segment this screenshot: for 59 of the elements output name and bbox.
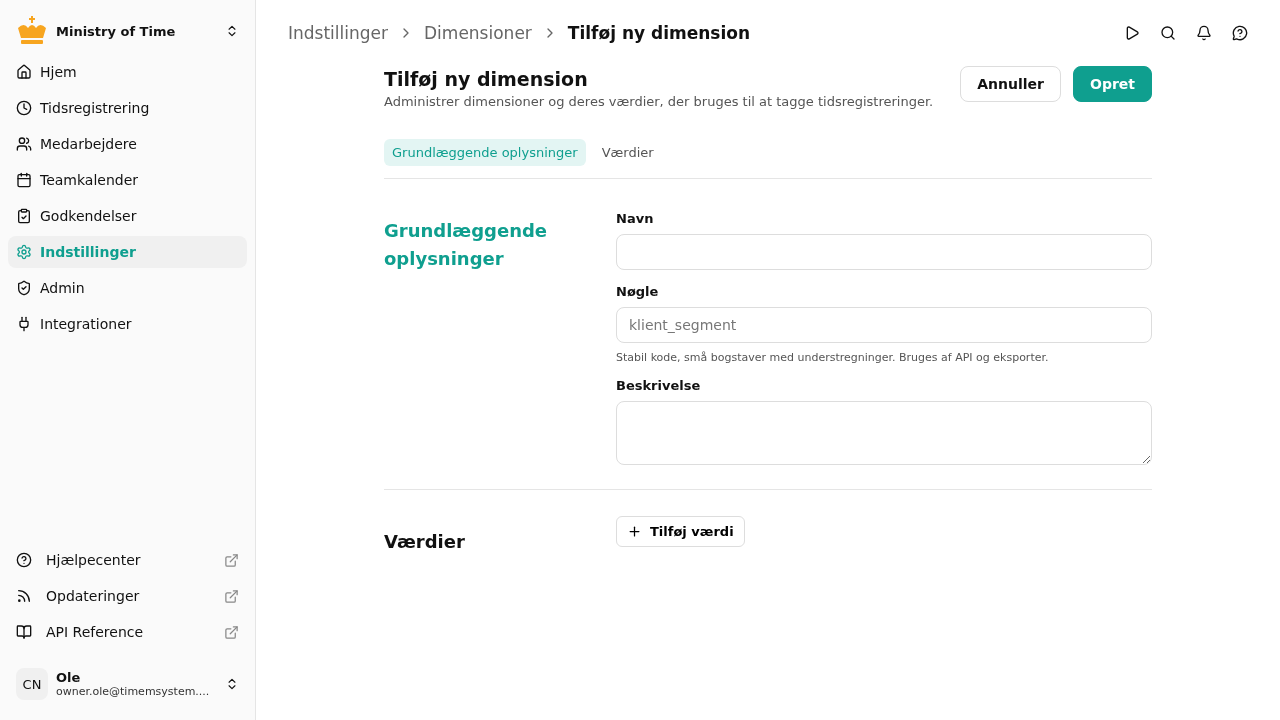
input-field[interactable]: klient_segment: [616, 307, 1152, 343]
crown-logo: [16, 16, 48, 46]
external-link-icon: [224, 624, 239, 640]
nav-item[interactable]: Integrationer: [8, 308, 247, 340]
nav-label: Indstillinger: [40, 244, 136, 260]
nav-label: Medarbejdere: [40, 136, 137, 152]
nav-icon: [16, 280, 32, 296]
avatar: CN: [16, 668, 48, 700]
nav-label: Teamkalender: [40, 172, 139, 188]
user-name: Ole: [56, 670, 82, 685]
breadcrumb[interactable]: Indstillinger: [288, 23, 388, 43]
description-field[interactable]: [616, 401, 1152, 465]
field-label: Navn: [616, 211, 655, 226]
nav-icon: [16, 244, 32, 260]
external-link-icon: [224, 588, 239, 604]
breadcrumb[interactable]: Dimensioner: [424, 23, 532, 43]
bell-icon[interactable]: [1196, 25, 1212, 41]
help-icon[interactable]: [1232, 25, 1248, 41]
field-hint: Stabil kode, små bogstaver med understregninger. Bruges af API og eksporter.: [616, 351, 1050, 364]
input-field[interactable]: [616, 234, 1152, 270]
search-icon[interactable]: [1160, 25, 1176, 41]
nav-icon: [16, 100, 32, 116]
nav-item[interactable]: Hjem: [8, 56, 247, 88]
field-label: Nøgle: [616, 284, 660, 299]
section-heading: Værdier: [384, 530, 466, 554]
nav-label: Godkendelser: [40, 208, 137, 224]
nav-icon: [16, 172, 32, 188]
nav-item[interactable]: Tidsregistrering: [8, 92, 247, 124]
nav-icon: [16, 64, 32, 80]
tab[interactable]: Værdier: [593, 139, 662, 166]
breadcrumb: Tilføj ny dimension: [567, 23, 751, 43]
field-label: Beskrivelse: [616, 378, 702, 393]
link-icon: [16, 588, 32, 604]
nav-label: Hjem: [40, 64, 77, 80]
organization-name: Ministry of Time: [56, 23, 177, 39]
nav-item[interactable]: Medarbejdere: [8, 128, 247, 160]
nav-label: Integrationer: [40, 316, 132, 332]
nav-item[interactable]: Admin: [8, 272, 247, 304]
nav-item[interactable]: Teamkalender: [8, 164, 247, 196]
section-heading: Grundlæggende oplysninger: [384, 219, 549, 271]
add-value-button[interactable]: Tilføj værdi: [616, 516, 745, 547]
user-email: owner.ole@timemsystem....: [56, 685, 211, 698]
nav-icon: [16, 316, 32, 332]
plus-icon: [627, 524, 642, 539]
nav-icon: [16, 136, 32, 152]
nav-label: Admin: [40, 280, 85, 296]
external-link[interactable]: API Reference: [46, 624, 210, 640]
external-link-icon: [224, 552, 239, 568]
play-icon[interactable]: [1124, 25, 1140, 41]
nav-icon: [16, 208, 32, 224]
nav-label: Tidsregistrering: [40, 100, 150, 116]
external-link[interactable]: Opdateringer: [46, 588, 210, 604]
page-title: Tilføj ny dimension: [384, 68, 589, 90]
cancel-button[interactable]: Annuller: [960, 66, 1061, 102]
link-icon: [16, 624, 32, 640]
nav-item[interactable]: Godkendelser: [8, 200, 247, 232]
external-link[interactable]: Hjælpecenter: [46, 552, 210, 568]
page-subtitle: Administrer dimensioner og deres værdier, der bruges til at tagge tidsregistreringer.: [384, 94, 935, 109]
link-icon: [16, 552, 32, 568]
